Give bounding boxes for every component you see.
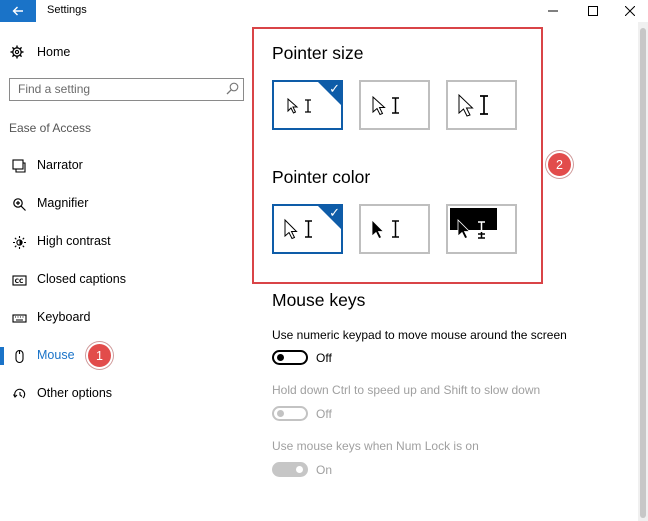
sidebar-item-label: Closed captions <box>37 272 126 286</box>
annotation-badge-1: 1 <box>86 342 113 369</box>
active-indicator <box>0 347 4 365</box>
home-nav-item[interactable]: Home <box>10 42 70 62</box>
search-icon[interactable] <box>226 82 239 95</box>
toggle-knob <box>296 466 303 473</box>
sidebar-item-narrator[interactable]: Narrator <box>0 153 248 179</box>
num-lock-toggle[interactable] <box>272 462 308 477</box>
mouse-keys-heading: Mouse keys <box>272 290 366 310</box>
maximize-button[interactable] <box>575 0 611 22</box>
arrow-cursor-medium-icon <box>372 95 399 116</box>
toggle-knob <box>277 354 284 361</box>
pointer-color-option-inverted[interactable] <box>446 204 517 254</box>
keyboard-icon <box>11 310 27 326</box>
inverted-cursor-icon <box>457 219 485 240</box>
pointer-color-option-white[interactable]: ✓ <box>272 204 343 254</box>
ctrl-shift-speed-toggle[interactable] <box>272 406 308 421</box>
other-options-icon <box>11 386 27 402</box>
pointer-size-option-medium[interactable] <box>359 80 430 130</box>
sidebar-item-high-contrast[interactable]: High contrast <box>0 229 248 255</box>
ctrl-shift-speed-setting-label: Hold down Ctrl to speed up and Shift to … <box>272 383 541 397</box>
title-bar: Settings <box>0 0 648 22</box>
mouse-icon <box>11 348 27 364</box>
checkmark-icon: ✓ <box>329 81 340 96</box>
sidebar-item-label: Mouse <box>37 348 75 362</box>
black-cursor-icon <box>371 219 399 240</box>
magnifier-icon <box>11 196 27 212</box>
mouse-keys-toggle-state: Off <box>316 351 332 365</box>
arrow-cursor-large-icon <box>458 93 488 117</box>
home-label: Home <box>37 45 71 59</box>
pointer-color-heading: Pointer color <box>272 167 371 187</box>
close-button[interactable] <box>612 0 648 22</box>
sidebar-item-label: Other options <box>37 386 113 400</box>
pointer-color-option-black[interactable] <box>359 204 430 254</box>
toggle-knob <box>277 410 284 417</box>
scrollbar-thumb[interactable] <box>640 28 646 518</box>
high-contrast-icon <box>11 234 27 250</box>
minimize-icon <box>548 10 558 12</box>
back-arrow-icon <box>12 6 23 16</box>
pointer-size-option-small[interactable]: ✓ <box>272 80 343 130</box>
sidebar-item-mouse[interactable]: Mouse <box>0 343 248 369</box>
mouse-keys-setting-label: Use numeric keypad to move mouse around … <box>272 328 567 342</box>
pointer-size-option-large[interactable] <box>446 80 517 130</box>
sidebar-item-label: Keyboard <box>37 310 91 324</box>
annotation-badge-2: 2 <box>546 151 573 178</box>
ctrl-shift-speed-toggle-state: Off <box>316 407 332 421</box>
close-icon <box>625 6 635 16</box>
sidebar-item-label: Magnifier <box>37 196 89 210</box>
vertical-scrollbar[interactable] <box>638 22 648 521</box>
maximize-icon <box>588 6 598 16</box>
sidebar-item-label: Narrator <box>37 158 83 172</box>
sidebar-item-label: High contrast <box>37 234 111 248</box>
sidebar-item-keyboard[interactable]: Keyboard <box>0 305 248 331</box>
sidebar-item-closed-captions[interactable]: CC Closed captions <box>0 267 248 293</box>
checkmark-icon: ✓ <box>329 205 340 220</box>
window-title: Settings <box>47 4 87 16</box>
mouse-keys-toggle[interactable] <box>272 350 308 365</box>
pointer-size-heading: Pointer size <box>272 43 364 63</box>
num-lock-toggle-state: On <box>316 463 333 477</box>
search-input[interactable]: Find a setting <box>9 78 244 101</box>
closed-captions-icon: CC <box>11 272 27 288</box>
num-lock-setting-label: Use mouse keys when Num Lock is on <box>272 439 479 453</box>
gear-icon <box>10 45 24 59</box>
narrator-icon <box>11 158 27 174</box>
minimize-button[interactable] <box>535 0 571 22</box>
section-label: Ease of Access <box>9 121 92 135</box>
search-placeholder: Find a setting <box>18 82 91 96</box>
sidebar-item-magnifier[interactable]: Magnifier <box>0 191 248 217</box>
sidebar-item-other-options[interactable]: Other options <box>0 381 248 407</box>
svg-text:CC: CC <box>14 278 23 285</box>
back-button[interactable] <box>0 0 36 22</box>
